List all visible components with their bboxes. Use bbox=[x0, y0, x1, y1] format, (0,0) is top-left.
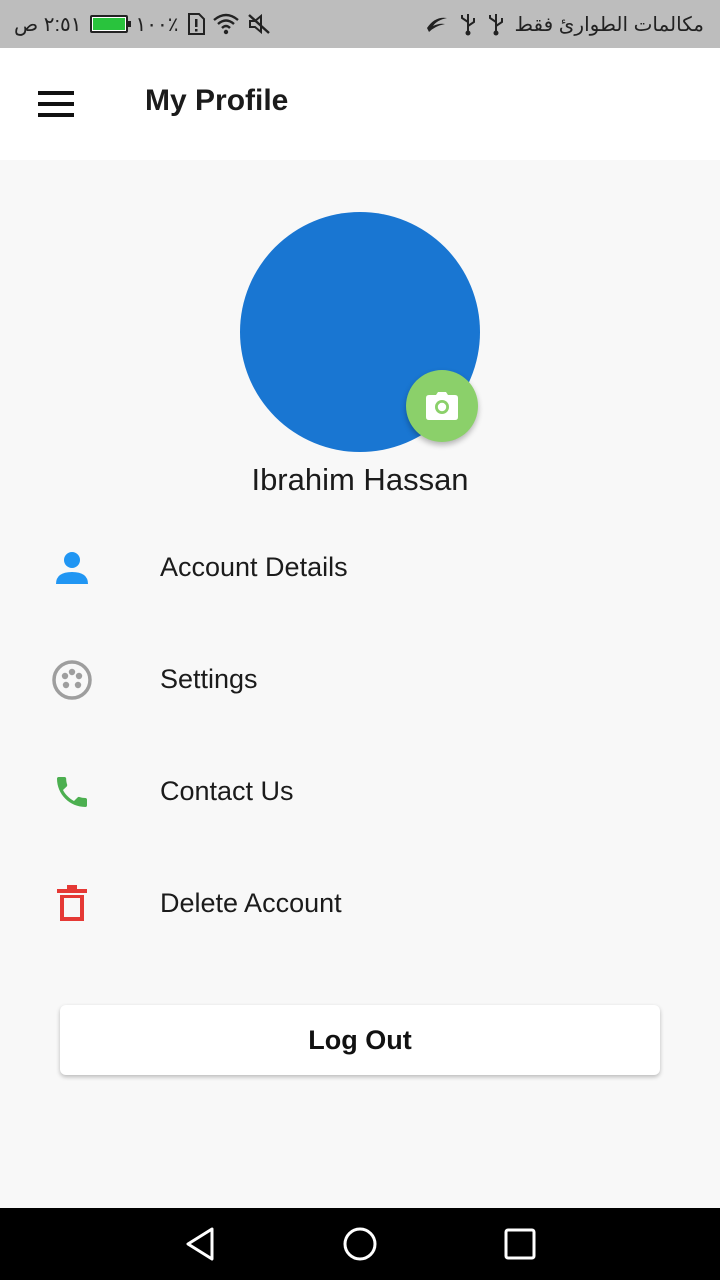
trash-icon bbox=[44, 880, 100, 928]
app-bar: My Profile bbox=[0, 48, 720, 160]
menu-item-contact-us[interactable]: Contact Us bbox=[0, 736, 720, 848]
user-name: Ibrahim Hassan bbox=[251, 462, 469, 497]
mute-icon bbox=[247, 13, 271, 35]
menu-item-label: Account Details bbox=[160, 552, 348, 582]
home-button[interactable] bbox=[336, 1224, 384, 1264]
menu-item-settings[interactable]: Settings bbox=[0, 624, 720, 736]
menu-button[interactable] bbox=[22, 80, 90, 128]
menu-item-account-details[interactable]: Account Details bbox=[0, 512, 720, 624]
carrier-text: مكالمات الطوارئ فقط bbox=[514, 13, 704, 36]
menu-item-label: Delete Account bbox=[160, 888, 342, 918]
status-time: ٢:٥١ ص bbox=[14, 13, 82, 36]
settings-icon bbox=[44, 656, 100, 704]
phone-icon bbox=[44, 768, 100, 816]
usb-icon bbox=[487, 12, 505, 36]
recents-square-icon bbox=[504, 1228, 536, 1260]
recents-button[interactable] bbox=[496, 1224, 544, 1264]
status-bar: ٢:٥١ ص ١٠٠٪ مكالمات الطوارئ فقط bbox=[0, 0, 720, 48]
home-circle-icon bbox=[343, 1227, 377, 1261]
usb-icon bbox=[459, 12, 477, 36]
status-bar-left: ٢:٥١ ص ١٠٠٪ bbox=[14, 0, 271, 48]
back-button[interactable] bbox=[176, 1224, 224, 1264]
wifi-icon bbox=[212, 13, 239, 35]
change-photo-button[interactable] bbox=[406, 370, 478, 442]
logout-button[interactable]: Log Out bbox=[60, 1005, 660, 1075]
camera-icon bbox=[426, 392, 458, 420]
back-triangle-icon bbox=[186, 1227, 214, 1261]
menu-item-delete-account[interactable]: Delete Account bbox=[0, 848, 720, 960]
sim-alert-icon bbox=[187, 13, 205, 35]
battery-percent: ١٠٠٪ bbox=[135, 13, 179, 36]
profile-menu-list: Account Details Settings Contact Us Dele… bbox=[0, 512, 720, 960]
hamburger-menu-icon bbox=[38, 91, 74, 117]
status-bar-right: مكالمات الطوارئ فقط bbox=[425, 0, 704, 48]
swiftkey-icon bbox=[425, 14, 449, 34]
person-icon bbox=[44, 544, 100, 592]
navigation-bar bbox=[0, 1208, 720, 1280]
menu-item-label: Settings bbox=[160, 664, 258, 694]
page-title: My Profile bbox=[145, 84, 289, 117]
menu-item-label: Contact Us bbox=[160, 776, 294, 806]
battery-icon bbox=[89, 15, 131, 33]
